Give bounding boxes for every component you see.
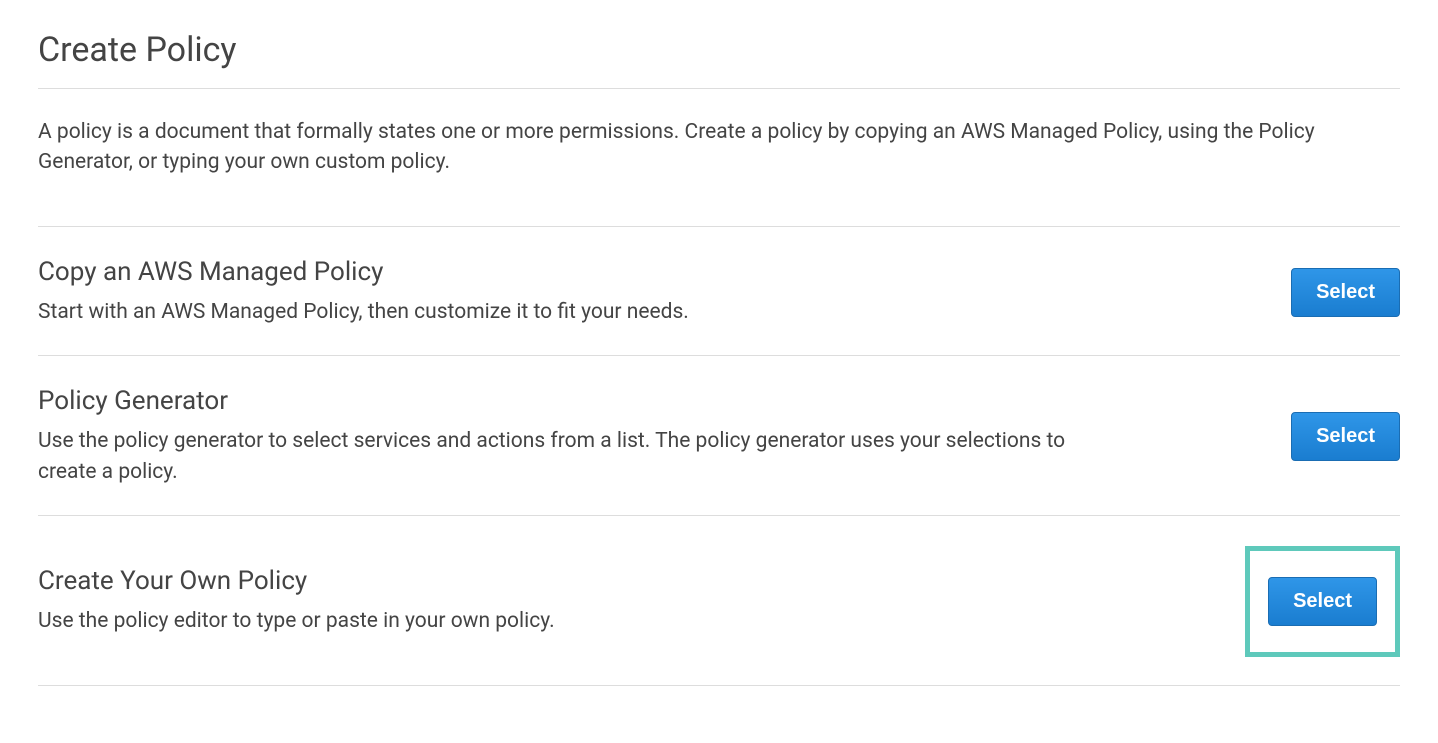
page-intro: A policy is a document that formally sta… <box>38 89 1400 227</box>
option-title: Copy an AWS Managed Policy <box>38 257 1251 287</box>
select-policy-generator-button[interactable]: Select <box>1291 412 1400 461</box>
select-create-own-button[interactable]: Select <box>1268 577 1377 626</box>
option-text: Create Your Own Policy Use the policy ed… <box>38 566 1245 636</box>
select-copy-managed-button[interactable]: Select <box>1291 268 1400 317</box>
option-desc: Use the policy generator to select servi… <box>38 426 1098 487</box>
highlight-box: Select <box>1245 546 1400 657</box>
option-create-own: Create Your Own Policy Use the policy ed… <box>38 516 1400 686</box>
option-policy-generator: Policy Generator Use the policy generato… <box>38 356 1400 516</box>
option-text: Copy an AWS Managed Policy Start with an… <box>38 257 1291 327</box>
option-title: Create Your Own Policy <box>38 566 1205 596</box>
option-desc: Use the policy editor to type or paste i… <box>38 606 1098 636</box>
option-text: Policy Generator Use the policy generato… <box>38 386 1291 487</box>
option-copy-managed: Copy an AWS Managed Policy Start with an… <box>38 227 1400 356</box>
option-title: Policy Generator <box>38 386 1251 416</box>
page-title: Create Policy <box>38 30 1400 89</box>
option-desc: Start with an AWS Managed Policy, then c… <box>38 297 1098 327</box>
